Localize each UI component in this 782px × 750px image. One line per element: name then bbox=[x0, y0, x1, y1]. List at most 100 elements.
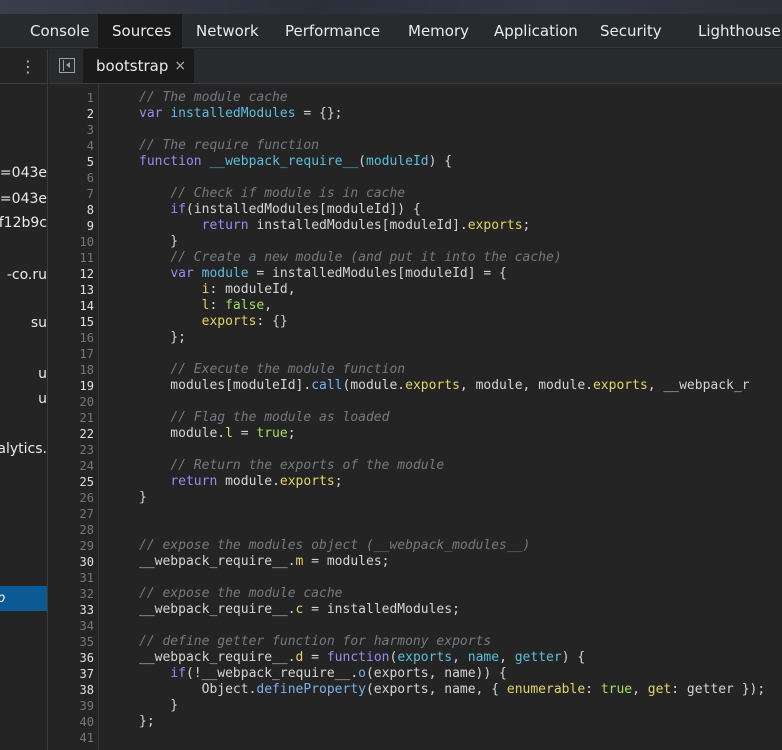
line-number[interactable]: 24 bbox=[54, 458, 94, 474]
line-number[interactable]: 23 bbox=[54, 442, 94, 458]
code-token: } bbox=[139, 698, 179, 713]
line-number[interactable]: 33 bbox=[54, 602, 94, 618]
code-line: i: moduleId, bbox=[139, 282, 296, 298]
code-line: __webpack_require__.m = modules; bbox=[139, 554, 389, 570]
tab-performance[interactable]: Performance bbox=[271, 14, 388, 48]
line-number[interactable]: 40 bbox=[54, 714, 94, 730]
line-number[interactable]: 32 bbox=[54, 586, 94, 602]
line-number[interactable]: 20 bbox=[54, 394, 94, 410]
line-number[interactable]: 8 bbox=[54, 202, 94, 218]
line-number[interactable]: 1 bbox=[54, 90, 94, 106]
line-number[interactable]: 35 bbox=[54, 634, 94, 650]
line-number[interactable]: 19 bbox=[54, 378, 94, 394]
line-number[interactable]: 11 bbox=[54, 250, 94, 266]
line-number[interactable]: 15 bbox=[54, 314, 94, 330]
code-token: exports bbox=[397, 650, 453, 665]
tab-lighthouse[interactable]: Lighthouse bbox=[677, 14, 782, 48]
code-line: module.l = true; bbox=[139, 426, 295, 442]
toggle-navigator-icon[interactable] bbox=[59, 58, 75, 73]
line-number-gutter[interactable]: 1 2 3 4 5 6 7 8 9 10 11 12 13 14 15 16 17 18 19 20 21 22 23 24 2… bbox=[49, 84, 99, 750]
code-editor[interactable]: 1 2 3 4 5 6 7 8 9 10 11 12 13 14 15 16 17 18 19 20 21 22 23 24 2… bbox=[49, 84, 782, 750]
code-token: return bbox=[201, 218, 249, 233]
code-line: // Create a new module (and put it into … bbox=[139, 250, 561, 266]
line-number[interactable]: 7 bbox=[54, 186, 94, 202]
code-token: : getter }); bbox=[671, 682, 766, 697]
line-number[interactable]: 30 bbox=[54, 554, 94, 570]
tree-item[interactable]: x=043e bbox=[0, 163, 47, 183]
tree-item[interactable]: x=043e bbox=[0, 189, 47, 209]
code-token: // The require function bbox=[139, 138, 320, 153]
code-line: // expose the modules object (__webpack_… bbox=[139, 538, 530, 554]
code-line: }; bbox=[139, 714, 155, 730]
line-number[interactable]: 26 bbox=[54, 490, 94, 506]
line-number[interactable]: 22 bbox=[54, 426, 94, 442]
code-token: // The module cache bbox=[139, 90, 288, 105]
line-number[interactable]: 21 bbox=[54, 410, 94, 426]
close-icon[interactable]: × bbox=[174, 58, 186, 74]
code-line: modules[moduleId].call(module.exports, m… bbox=[139, 378, 749, 394]
code-line: // expose the module cache bbox=[139, 586, 343, 602]
line-number[interactable]: 36 bbox=[54, 650, 94, 666]
code-token: } bbox=[139, 234, 179, 249]
tab-console[interactable]: Console bbox=[0, 14, 98, 48]
line-number[interactable]: 41 bbox=[54, 730, 94, 746]
line-number[interactable]: 6 bbox=[54, 170, 94, 186]
tree-item[interactable]: -co.ru bbox=[7, 265, 47, 285]
tree-item-selected[interactable]: p bbox=[0, 586, 47, 611]
line-number[interactable]: 2 bbox=[54, 106, 94, 122]
line-number[interactable]: 29 bbox=[54, 538, 94, 554]
code-token: , module, module. bbox=[459, 378, 593, 393]
line-number[interactable]: 14 bbox=[54, 298, 94, 314]
code-token: module. bbox=[139, 426, 226, 441]
line-number[interactable]: 9 bbox=[54, 218, 94, 234]
more-options-icon[interactable]: ⋮ bbox=[20, 57, 36, 77]
line-number[interactable]: 10 bbox=[54, 234, 94, 250]
file-tab[interactable]: bootstrap × bbox=[83, 49, 195, 83]
code-token: module. bbox=[217, 474, 280, 489]
line-number[interactable]: 17 bbox=[54, 346, 94, 362]
tab-sources[interactable]: Sources bbox=[98, 14, 182, 48]
code-token: (module. bbox=[342, 378, 406, 393]
line-number[interactable]: 38 bbox=[54, 682, 94, 698]
line-number[interactable]: 4 bbox=[54, 138, 94, 154]
line-number[interactable]: 31 bbox=[54, 570, 94, 586]
line-number[interactable]: 16 bbox=[54, 330, 94, 346]
tree-item[interactable]: nalytics. bbox=[0, 439, 47, 459]
code-token: : moduleId, bbox=[209, 282, 296, 297]
line-number[interactable]: 28 bbox=[54, 522, 94, 538]
line-number[interactable]: 13 bbox=[54, 282, 94, 298]
line-number[interactable]: 34 bbox=[54, 618, 94, 634]
line-number[interactable]: 5 bbox=[54, 154, 94, 170]
line-number[interactable]: 3 bbox=[54, 122, 94, 138]
tab-memory[interactable]: Memory bbox=[388, 14, 474, 48]
tree-item[interactable]: u bbox=[38, 364, 47, 384]
code-token: (installedModules[moduleId]) { bbox=[185, 202, 421, 217]
code-line: // Flag the module as loaded bbox=[139, 410, 389, 426]
tab-network[interactable]: Network bbox=[182, 14, 271, 48]
line-number[interactable]: 27 bbox=[54, 506, 94, 522]
line-number[interactable]: 39 bbox=[54, 698, 94, 714]
tab-application[interactable]: Application bbox=[474, 14, 581, 48]
line-number[interactable]: 18 bbox=[54, 362, 94, 378]
code-token: function bbox=[139, 154, 202, 169]
line-number[interactable]: 37 bbox=[54, 666, 94, 682]
line-number[interactable]: 25 bbox=[54, 474, 94, 490]
code-token: __webpack_require__. bbox=[139, 602, 296, 617]
code-token: (exports, name, { bbox=[365, 682, 507, 697]
code-token: , bbox=[264, 298, 273, 313]
code-line: __webpack_require__.c = installedModules… bbox=[139, 602, 460, 618]
tree-item[interactable]: u bbox=[38, 389, 47, 409]
code-token: // Return the exports of the module bbox=[170, 458, 445, 473]
tab-security[interactable]: Security bbox=[581, 14, 677, 48]
line-number[interactable]: 12 bbox=[54, 266, 94, 282]
code-token: ) { bbox=[561, 650, 586, 665]
code-line: function __webpack_require__(moduleId) { bbox=[139, 154, 452, 170]
tree-item[interactable]: su bbox=[31, 313, 47, 333]
code-token: : {} bbox=[256, 314, 288, 329]
tree-item[interactable]: 3f12b9c bbox=[0, 213, 47, 233]
